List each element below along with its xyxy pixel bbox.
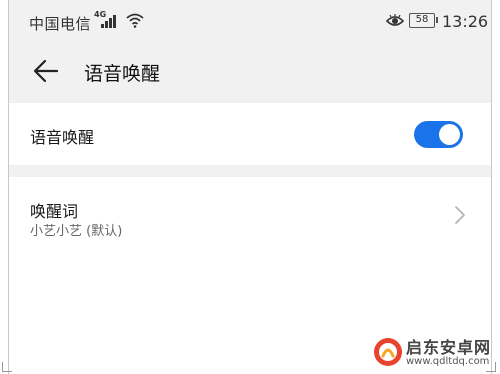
arrow-left-icon[interactable] xyxy=(33,58,59,84)
watermark-logo-icon xyxy=(374,338,402,366)
chevron-right-icon xyxy=(455,206,465,224)
wake-word-row[interactable]: 唤醒词 小艺小艺 (默认) xyxy=(9,177,491,251)
eye-comfort-icon xyxy=(386,14,404,26)
voice-wakeup-label: 语音唤醒 xyxy=(30,128,95,147)
status-bar: 中国电信 4G 58 13:26 xyxy=(9,0,491,42)
battery-indicator: 58 xyxy=(409,13,438,28)
voice-wakeup-row[interactable]: 语音唤醒 xyxy=(9,103,491,165)
clock-label: 13:26 xyxy=(442,12,489,31)
voice-wakeup-toggle[interactable] xyxy=(414,121,463,148)
wifi-icon xyxy=(126,13,144,28)
section-divider xyxy=(9,165,491,177)
wake-word-value: 小艺小艺 (默认) xyxy=(30,224,123,239)
watermark-url: www.qdltdq.com xyxy=(406,356,490,367)
watermark: 启东安卓网 www.qdltdq.com xyxy=(372,328,500,374)
carrier-label: 中国电信 xyxy=(29,15,92,33)
wake-word-title: 唤醒词 xyxy=(30,202,79,221)
signal-strength-icon xyxy=(101,14,119,28)
corner-mark-bottom-left xyxy=(2,362,12,372)
toggle-knob xyxy=(439,124,460,145)
watermark-name: 启东安卓网 xyxy=(406,338,492,357)
page-title: 语音唤醒 xyxy=(84,63,161,85)
